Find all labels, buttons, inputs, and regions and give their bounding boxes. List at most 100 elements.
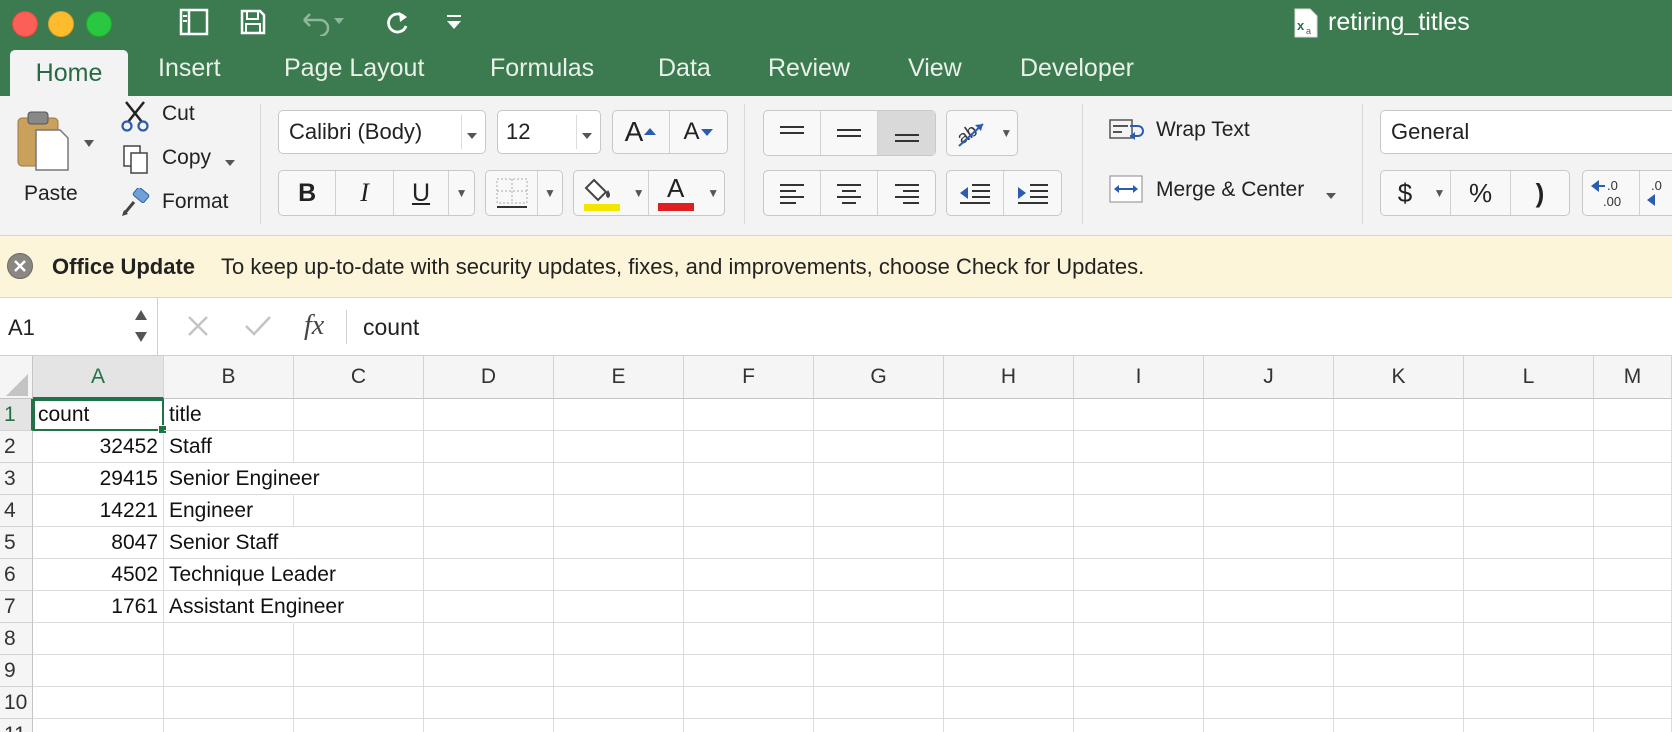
wrap-text-icon[interactable] (1108, 114, 1148, 148)
cell-j1[interactable] (1204, 399, 1334, 431)
cell-i10[interactable] (1074, 687, 1204, 719)
format-painter-icon[interactable] (120, 186, 152, 218)
cell-e11[interactable] (554, 719, 684, 732)
cell-m3[interactable] (1594, 463, 1672, 495)
currency-caret[interactable]: ▼ (1429, 171, 1451, 215)
column-header-j[interactable]: J (1204, 356, 1334, 399)
cell-m11[interactable] (1594, 719, 1672, 732)
cell-l6[interactable] (1464, 559, 1594, 591)
cell-m7[interactable] (1594, 591, 1672, 623)
cell-c11[interactable] (294, 719, 424, 732)
cell-l11[interactable] (1464, 719, 1594, 732)
cell-i8[interactable] (1074, 623, 1204, 655)
cell-j5[interactable] (1204, 527, 1334, 559)
cell-l3[interactable] (1464, 463, 1594, 495)
minimize-window-button[interactable] (48, 11, 74, 37)
cell-m9[interactable] (1594, 655, 1672, 687)
cell-h10[interactable] (944, 687, 1074, 719)
cell-j3[interactable] (1204, 463, 1334, 495)
cell-a6[interactable]: 4502 (33, 559, 164, 591)
cell-a2[interactable]: 32452 (33, 431, 164, 463)
cell-i5[interactable] (1074, 527, 1204, 559)
cell-e2[interactable] (554, 431, 684, 463)
cell-j8[interactable] (1204, 623, 1334, 655)
align-middle-icon[interactable] (821, 111, 878, 155)
cell-k3[interactable] (1334, 463, 1464, 495)
wrap-text-button[interactable]: Wrap Text (1156, 118, 1250, 142)
align-center-icon[interactable] (821, 171, 878, 215)
cell-f3[interactable] (684, 463, 814, 495)
cell-a11[interactable] (33, 719, 164, 732)
cell-g11[interactable] (814, 719, 944, 732)
cut-icon[interactable] (120, 100, 150, 132)
row-header-8[interactable]: 8 (0, 623, 33, 655)
cell-d6[interactable] (424, 559, 554, 591)
cell-i3[interactable] (1074, 463, 1204, 495)
cell-f11[interactable] (684, 719, 814, 732)
cell-g8[interactable] (814, 623, 944, 655)
tab-data[interactable]: Data (658, 54, 711, 83)
cell-l8[interactable] (1464, 623, 1594, 655)
cell-j4[interactable] (1204, 495, 1334, 527)
cell-b11[interactable] (164, 719, 294, 732)
cell-k4[interactable] (1334, 495, 1464, 527)
font-size-select[interactable]: 12 (497, 110, 601, 154)
cut-button[interactable]: Cut (162, 102, 195, 126)
cell-f9[interactable] (684, 655, 814, 687)
currency-button[interactable]: $ (1381, 171, 1429, 215)
cell-m2[interactable] (1594, 431, 1672, 463)
cell-c5[interactable] (294, 527, 424, 559)
cell-i6[interactable] (1074, 559, 1204, 591)
cell-d11[interactable] (424, 719, 554, 732)
cell-k2[interactable] (1334, 431, 1464, 463)
cell-b7[interactable]: Assistant Engineer (164, 591, 344, 623)
cell-i2[interactable] (1074, 431, 1204, 463)
font-color-icon[interactable]: A (649, 171, 702, 215)
cell-c1[interactable] (294, 399, 424, 431)
cell-f2[interactable] (684, 431, 814, 463)
cell-a9[interactable] (33, 655, 164, 687)
align-bottom-icon[interactable] (878, 111, 935, 155)
confirm-entry-icon[interactable] (243, 313, 273, 344)
fill-color-icon[interactable] (574, 171, 629, 215)
cell-a3[interactable]: 29415 (33, 463, 164, 495)
orientation-button[interactable]: ab ▼ (946, 110, 1018, 156)
column-header-f[interactable]: F (684, 356, 814, 399)
cell-a10[interactable] (33, 687, 164, 719)
format-painter-button[interactable]: Format (162, 190, 229, 214)
cell-l7[interactable] (1464, 591, 1594, 623)
cell-d7[interactable] (424, 591, 554, 623)
row-header-6[interactable]: 6 (0, 559, 33, 591)
cell-j7[interactable] (1204, 591, 1334, 623)
cell-f8[interactable] (684, 623, 814, 655)
sidebar-toggle-icon[interactable] (177, 4, 211, 40)
cell-b3[interactable]: Senior Engineer (164, 463, 320, 495)
cell-b8[interactable] (164, 623, 294, 655)
cancel-entry-icon[interactable] (185, 313, 211, 344)
cell-c8[interactable] (294, 623, 424, 655)
cell-f1[interactable] (684, 399, 814, 431)
decrease-decimal-icon[interactable]: .0 (1640, 171, 1672, 215)
tab-insert[interactable]: Insert (158, 54, 221, 83)
customize-toolbar-icon[interactable] (437, 4, 471, 40)
cell-k11[interactable] (1334, 719, 1464, 732)
cell-b1[interactable]: title (164, 399, 294, 431)
formula-input[interactable]: count (363, 314, 419, 341)
merge-center-icon[interactable] (1108, 174, 1144, 208)
tab-developer[interactable]: Developer (1020, 54, 1134, 83)
row-header-2[interactable]: 2 (0, 431, 33, 463)
column-header-h[interactable]: H (944, 356, 1074, 399)
cell-h11[interactable] (944, 719, 1074, 732)
cell-d4[interactable] (424, 495, 554, 527)
cell-h5[interactable] (944, 527, 1074, 559)
row-header-11[interactable]: 11 (0, 719, 33, 732)
cell-k9[interactable] (1334, 655, 1464, 687)
row-header-1[interactable]: 1 (0, 399, 33, 431)
cell-k1[interactable] (1334, 399, 1464, 431)
cell-d1[interactable] (424, 399, 554, 431)
cell-b5[interactable]: Senior Staff (164, 527, 294, 559)
fill-color-caret[interactable]: ▼ (629, 171, 650, 215)
cell-f4[interactable] (684, 495, 814, 527)
cell-d8[interactable] (424, 623, 554, 655)
cell-b2[interactable]: Staff (164, 431, 294, 463)
